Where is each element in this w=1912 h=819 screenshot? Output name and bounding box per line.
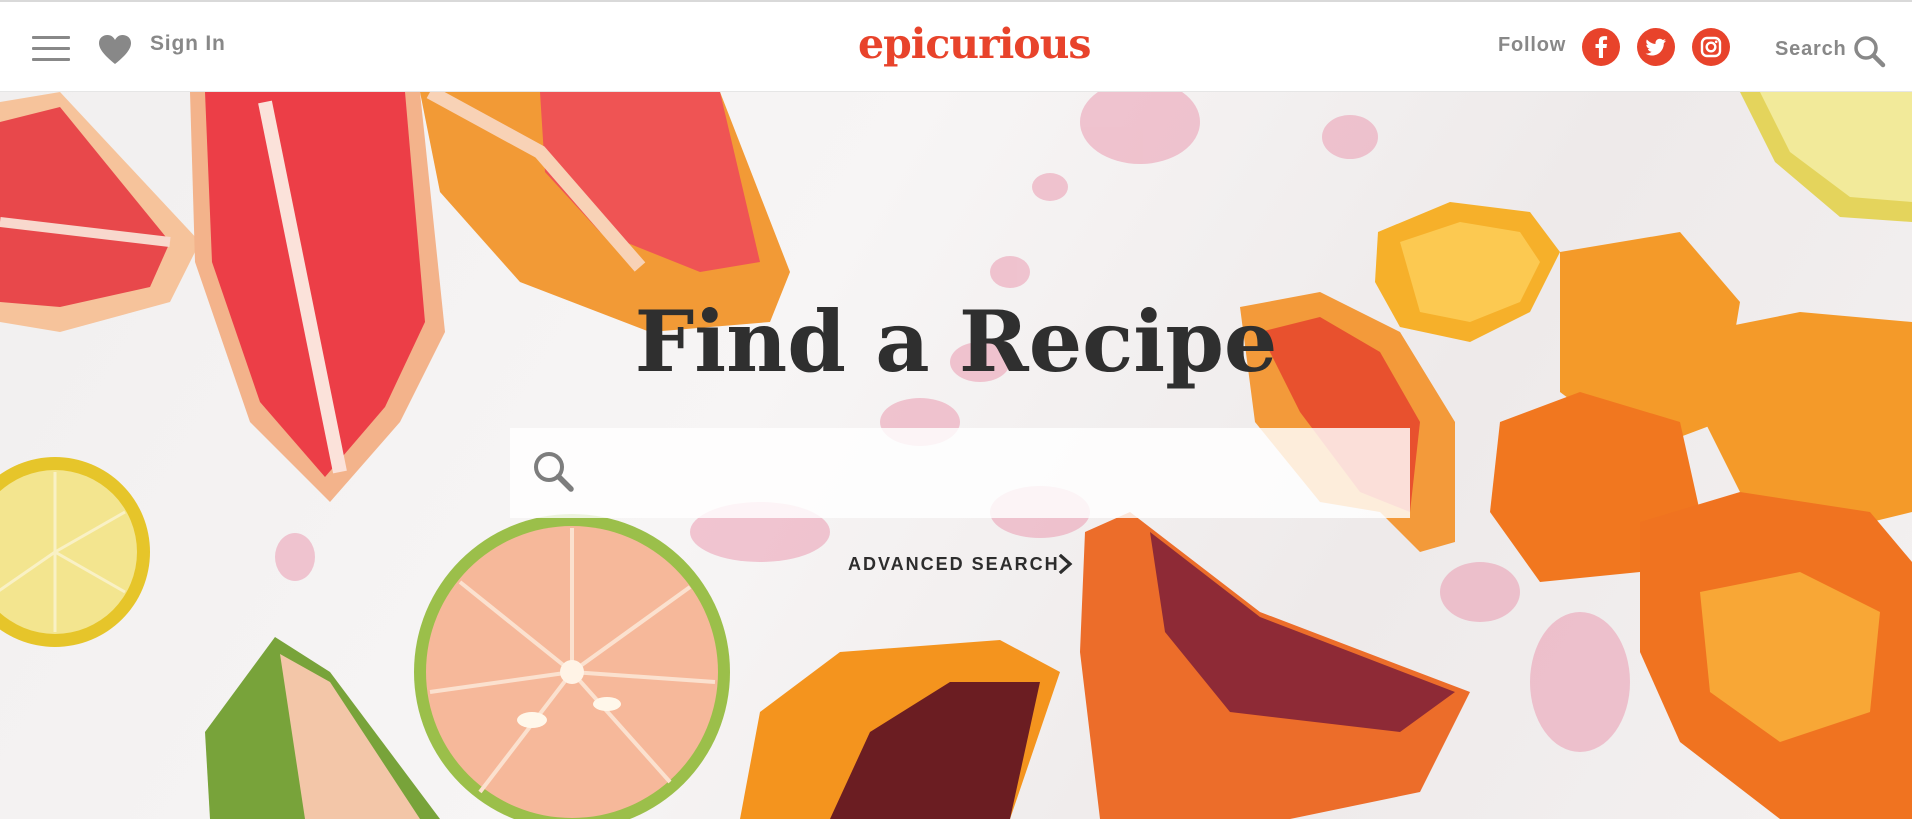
search-icon[interactable] <box>1852 34 1886 68</box>
search-link[interactable]: Search <box>1775 38 1847 61</box>
menu-line <box>32 36 70 39</box>
recipe-search-input[interactable] <box>590 428 1390 518</box>
facebook-icon[interactable] <box>1582 28 1620 66</box>
site-header: Sign In epicurious Follow Search <box>0 2 1912 92</box>
sign-in-link[interactable]: Sign In <box>150 32 226 56</box>
page-title: Find a Recipe <box>634 292 1278 391</box>
search-icon <box>530 448 576 494</box>
chevron-right-icon[interactable] <box>1058 553 1074 575</box>
epicurious-logo[interactable]: epicurious <box>858 20 1092 68</box>
twitter-icon[interactable] <box>1637 28 1675 66</box>
heart-icon[interactable] <box>99 35 131 65</box>
advanced-search-link[interactable]: ADVANCED SEARCH <box>848 554 1060 575</box>
follow-label: Follow <box>1498 34 1567 56</box>
menu-line <box>32 58 70 61</box>
instagram-icon[interactable] <box>1692 28 1730 66</box>
hero-section: Find a Recipe ADVANCED SEARCH <box>0 92 1912 819</box>
hamburger-menu-icon[interactable] <box>32 34 70 62</box>
menu-line <box>32 47 70 50</box>
recipe-search-box[interactable] <box>510 428 1410 518</box>
